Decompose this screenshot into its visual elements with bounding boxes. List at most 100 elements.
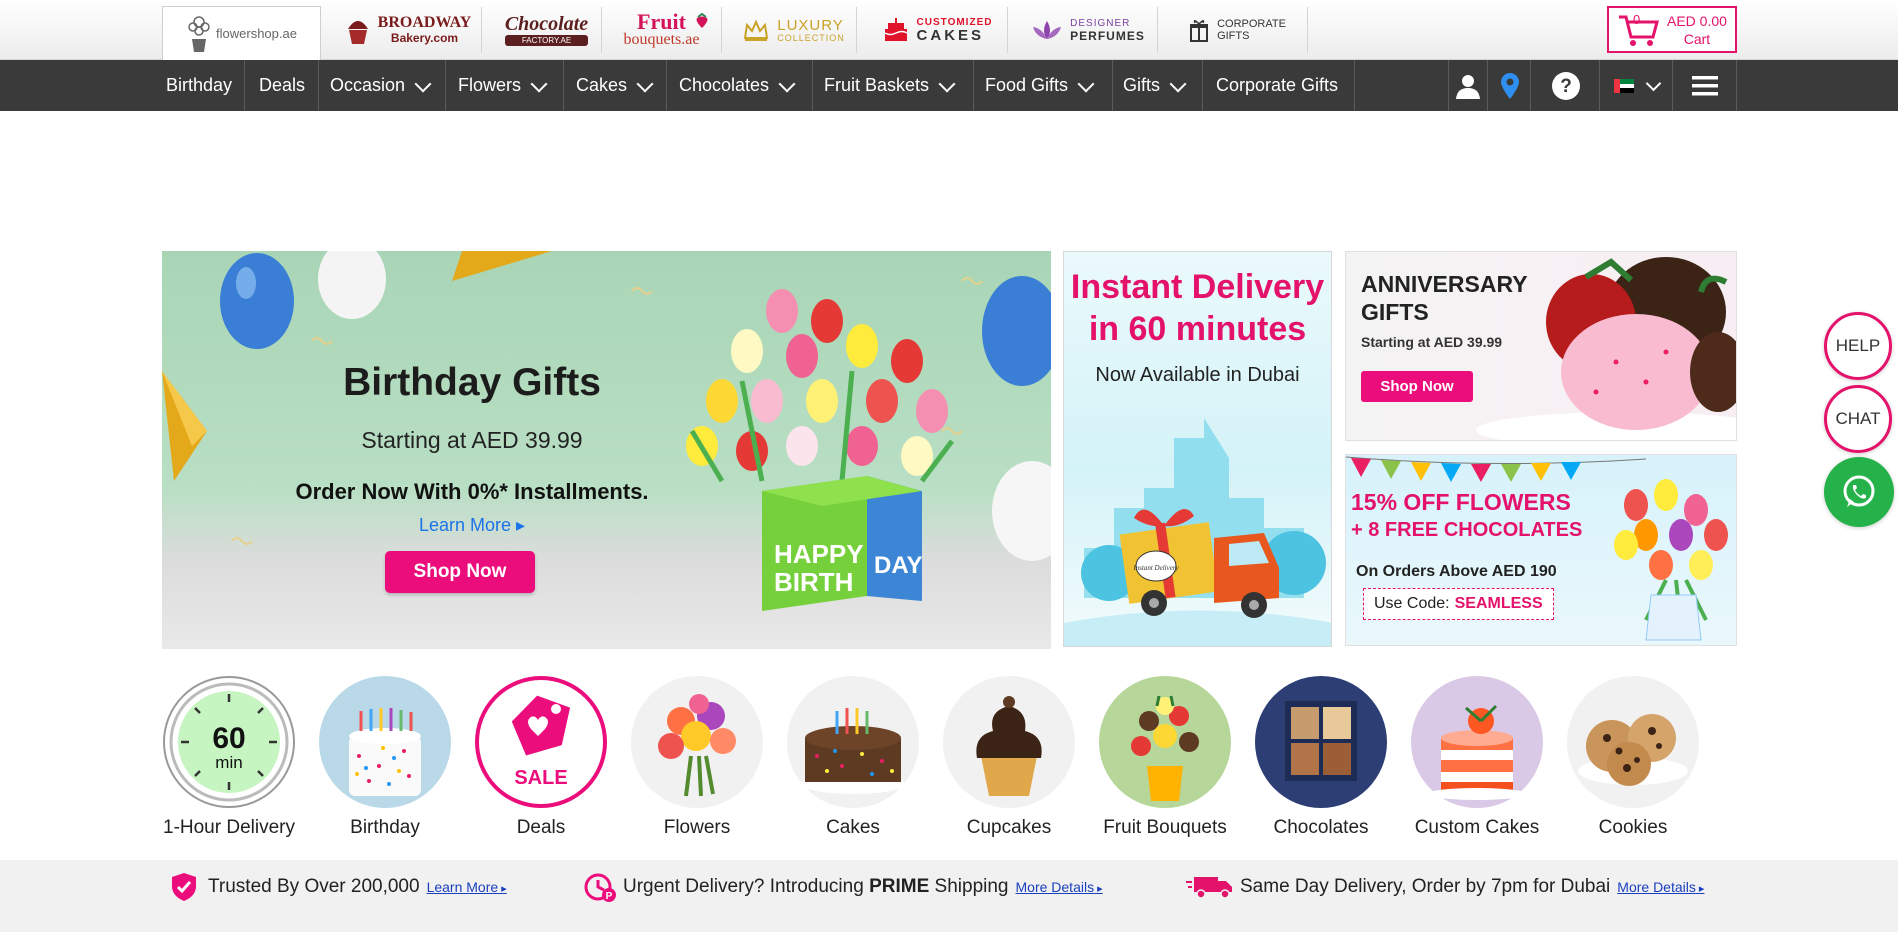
chevron-down-icon	[636, 75, 654, 92]
promo-instant-delivery[interactable]: Instant Delivery in 60 minutes Now Avail…	[1063, 251, 1332, 647]
nav-flowers[interactable]: Flowers	[447, 60, 564, 111]
main-nav: Birthday Deals Occasion Flowers Cakes Ch…	[0, 60, 1898, 111]
cart-count: 0	[1633, 12, 1641, 27]
nav-occasion[interactable]: Occasion	[320, 60, 446, 111]
chat-floating-button[interactable]: CHAT	[1824, 385, 1892, 453]
category-image	[1411, 676, 1543, 808]
promo-code-box: Use Code: SEAMLESS	[1363, 588, 1554, 620]
category-image: 60 min	[163, 676, 295, 808]
trust-learn-more-link[interactable]: Learn More	[427, 879, 507, 895]
promo-anniversary-title: ANNIVERSARY GIFTS	[1361, 270, 1561, 326]
menu-icon	[1692, 75, 1718, 95]
category-image	[1099, 676, 1231, 808]
brand-corporate-label: CORPORATE	[1217, 18, 1286, 30]
category-image	[631, 676, 763, 808]
chevron-down-icon	[530, 75, 548, 92]
promo-anniversary-gifts[interactable]: ANNIVERSARY GIFTS Starting at AED 39.99 …	[1345, 251, 1737, 441]
category-chocolates[interactable]: Chocolates	[1243, 676, 1399, 839]
hero-learn-more-link[interactable]: Learn More ▸	[322, 515, 622, 536]
whatsapp-floating-button[interactable]	[1824, 457, 1894, 527]
svg-text:DAY: DAY	[874, 552, 922, 579]
brand-customized-cakes[interactable]: CUSTOMIZED CAKES	[868, 7, 1008, 53]
nav-gifts[interactable]: Gifts	[1114, 60, 1203, 111]
hero-subtitle: Starting at AED 39.99	[361, 427, 583, 453]
hero-shop-now-button[interactable]: Shop Now	[385, 551, 535, 593]
chevron-down-icon	[1077, 75, 1095, 92]
category-label: Chocolates	[1273, 817, 1369, 838]
category-cakes[interactable]: Cakes	[775, 676, 931, 839]
chevron-down-icon	[778, 75, 796, 92]
brand-perfumes-label: DESIGNER	[1070, 17, 1131, 29]
brand-designer-perfumes[interactable]: DESIGNER PERFUMES	[1018, 7, 1158, 53]
nav-food-gifts[interactable]: Food Gifts	[975, 60, 1113, 111]
category-cookies[interactable]: Cookies	[1555, 676, 1711, 839]
category-label: Cupcakes	[966, 817, 1052, 838]
user-icon	[1456, 74, 1480, 99]
trust-same-day-more-details-link[interactable]: More Details	[1617, 879, 1704, 895]
brand-flowershop-label: flowershop.ae	[216, 26, 297, 41]
svg-text:?: ?	[1560, 76, 1572, 97]
nav-fruit-baskets[interactable]: Fruit Baskets	[814, 60, 974, 111]
clock-60-min-icon: 60 min	[169, 682, 289, 802]
cupcake-image	[976, 696, 1042, 796]
brand-fruit-bouquets[interactable]: Fruit bouquets.ae	[612, 7, 722, 53]
hero-banner-birthday[interactable]: HAPPY BIRTH DAY Birthday Gifts Starting …	[162, 251, 1051, 649]
promo-instant-line1: Instant Delivery	[1070, 268, 1325, 306]
category-birthday[interactable]: Birthday	[307, 676, 463, 839]
menu-button[interactable]	[1674, 60, 1737, 111]
country-selector[interactable]	[1601, 60, 1673, 111]
brand-luxury-sub: COLLECTION	[777, 32, 845, 43]
location-pin-icon	[1500, 72, 1519, 99]
category-fruit-bouquets[interactable]: Fruit Bouquets	[1087, 676, 1243, 839]
help-floating-button[interactable]: HELP	[1824, 312, 1892, 380]
brand-broadway[interactable]: BROADWAY Bakery.com	[334, 7, 482, 53]
brand-corporate-gifts[interactable]: CORPORATE GIFTS	[1168, 7, 1308, 53]
category-flowers[interactable]: Flowers	[619, 676, 775, 839]
nav-birthday[interactable]: Birthday	[162, 60, 245, 111]
nav-label: Chocolates	[679, 75, 770, 95]
nav-label: Deals	[259, 75, 306, 95]
nav-label: Birthday	[166, 75, 233, 95]
flower-bouquet-image	[658, 694, 736, 797]
promo-anniversary-shop-now-button[interactable]: Shop Now	[1361, 371, 1473, 402]
trust-prime-more-details-link[interactable]: More Details	[1016, 879, 1103, 895]
svg-text:Instant Delivery: Instant Delivery	[1132, 564, 1179, 572]
brand-chocolate-factory[interactable]: Chocolate FACTORY.AE	[492, 7, 602, 53]
promo-offer-subheadline: + 8 FREE CHOCOLATES	[1351, 519, 1583, 541]
brand-flowershop[interactable]: flowershop.ae	[162, 6, 321, 60]
brand-bar: flowershop.ae BROADWAY Bakery.com Chocol…	[0, 0, 1898, 60]
svg-text:BIRTH: BIRTH	[774, 567, 853, 597]
brand-broadway-domain: Bakery.com	[390, 31, 459, 45]
help-icon: ?	[1551, 71, 1580, 100]
hero-installments: Order Now With 0%* Installments.	[295, 479, 649, 504]
help-button[interactable]: ?	[1532, 60, 1600, 111]
brand-broadway-name: BROADWAY	[377, 14, 472, 31]
brand-cakes-name: CAKES	[916, 27, 985, 44]
category-deals[interactable]: SALE Deals	[463, 676, 619, 839]
svg-text:min: min	[215, 753, 242, 772]
brand-chocolate-domain: FACTORY.AE	[504, 35, 589, 46]
nav-label: Gifts	[1123, 75, 1161, 95]
nav-label: Food Gifts	[985, 75, 1069, 95]
nav-chocolates[interactable]: Chocolates	[668, 60, 813, 111]
nav-corporate-gifts[interactable]: Corporate Gifts	[1204, 60, 1355, 111]
category-label: Flowers	[663, 817, 731, 838]
store-locator-button[interactable]	[1489, 60, 1531, 111]
category-label: Cakes	[826, 817, 880, 838]
category-1-hour-delivery[interactable]: 60 min 1-Hour Delivery	[151, 676, 307, 839]
category-image	[1567, 676, 1699, 808]
svg-text:SALE: SALE	[514, 767, 567, 789]
shield-check-icon	[172, 873, 196, 901]
nav-deals[interactable]: Deals	[247, 60, 319, 111]
category-label: 1-Hour Delivery	[163, 817, 295, 838]
brand-luxury[interactable]: LUXURY COLLECTION	[732, 7, 857, 53]
chevron-down-icon	[1645, 75, 1662, 91]
cart-button[interactable]: 0 AED 0.00 Cart	[1607, 6, 1737, 53]
account-button[interactable]	[1448, 60, 1488, 111]
category-cupcakes[interactable]: Cupcakes	[931, 676, 1087, 839]
chocolate-box-image	[1285, 701, 1357, 781]
nav-cakes[interactable]: Cakes	[565, 60, 667, 111]
category-custom-cakes[interactable]: Custom Cakes	[1399, 676, 1555, 839]
prime-clock-icon: P	[584, 873, 616, 902]
promo-flowers-offer[interactable]: 15% OFF FLOWERS + 8 FREE CHOCOLATES On O…	[1345, 454, 1737, 646]
